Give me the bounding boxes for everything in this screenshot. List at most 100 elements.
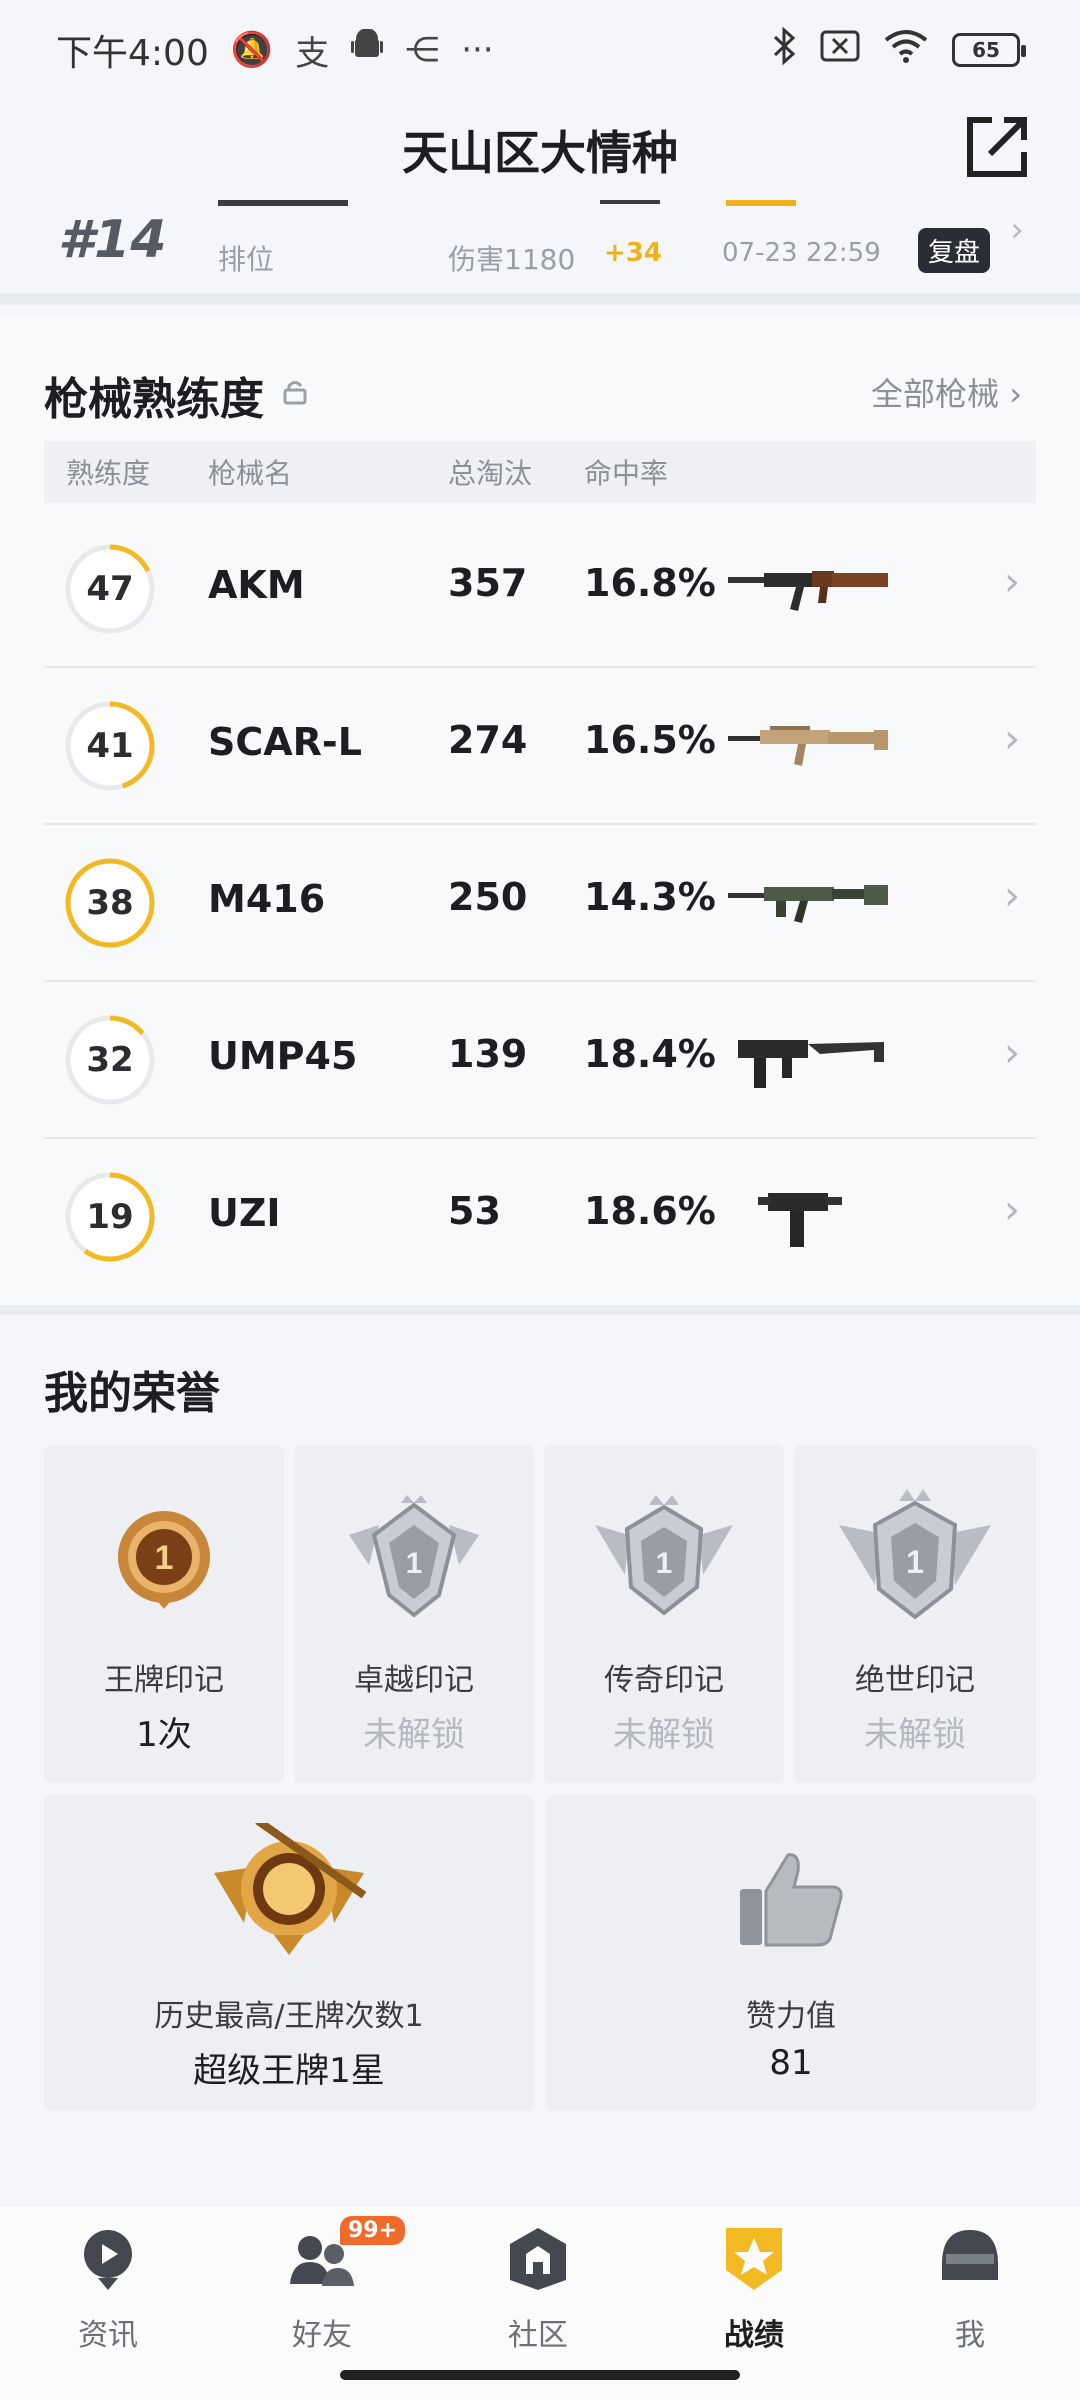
akm-rifle-icon: [728, 571, 888, 611]
stats-shield-icon: [726, 2228, 782, 2290]
mute-icon: 🔕: [230, 30, 274, 70]
alipay-icon: 支: [295, 33, 330, 74]
card-value: 未解锁: [864, 1715, 966, 1755]
peerless-badge-icon: 1: [839, 1489, 991, 1620]
more-dots-icon: ···: [461, 30, 494, 70]
usb-icon: ⋲: [405, 30, 440, 70]
match-time: 07-23 22:59: [722, 238, 881, 268]
weapon-hit-rate: 14.3%: [584, 875, 716, 919]
weapon-kills: 139: [448, 1032, 528, 1076]
best-rank-card[interactable]: 历史最高/王牌次数1 超级王牌1星: [44, 1795, 534, 2111]
scar-l-rifle-icon: [728, 726, 888, 766]
honor-card-excellent[interactable]: 1 卓越印记 未解锁: [294, 1445, 534, 1783]
nav-friends[interactable]: 99+ 好友: [222, 2216, 422, 2364]
match-history-row[interactable]: #14 排位 伤害1180 +34 07-23 22:59 复盘 ›: [0, 200, 1080, 305]
mastery-value: 47: [86, 569, 134, 609]
match-damage: 伤害1180: [448, 243, 576, 276]
nav-community[interactable]: 社区: [438, 2224, 638, 2364]
uzi-smg-icon: [758, 1193, 842, 1247]
ump45-smg-icon: [738, 1040, 884, 1088]
weapon-kills: 357: [448, 561, 528, 605]
weapon-row[interactable]: 41 SCAR-L 274 16.5% ›: [44, 668, 1036, 825]
likes-label: 赞力值: [746, 1999, 836, 2034]
wifi-icon: [882, 28, 930, 73]
col-name: 枪械名: [208, 457, 293, 490]
status-left: 下午4:00 🔕 支 ⋲ ···: [56, 24, 494, 76]
all-weapons-link[interactable]: 全部枪械 ›: [871, 369, 1022, 415]
status-time: 下午4:00: [56, 33, 209, 74]
svg-text:1: 1: [656, 1547, 673, 1580]
thumbs-up-icon: [740, 1853, 843, 1947]
honor-card-peerless[interactable]: 1 绝世印记 未解锁: [794, 1445, 1036, 1783]
honor-card-legend[interactable]: 1 传奇印记 未解锁: [544, 1445, 784, 1783]
home-indicator[interactable]: [340, 2370, 740, 2380]
card-label: 传奇印记: [604, 1663, 724, 1698]
all-weapons-label: 全部枪械: [871, 375, 1000, 413]
weapon-kills: 274: [448, 718, 528, 762]
match-mode: 排位: [218, 243, 275, 276]
svg-text:1: 1: [906, 1544, 924, 1580]
nav-me[interactable]: 我: [870, 2224, 1070, 2364]
nav-news[interactable]: 资讯: [8, 2224, 208, 2364]
weapon-hit-rate: 18.4%: [584, 1032, 716, 1076]
likes-card[interactable]: 赞力值 81: [546, 1795, 1036, 2111]
weapon-name: UZI: [208, 1191, 281, 1235]
section-title-honor: 我的荣誉: [44, 1368, 220, 1419]
likes-value: 81: [769, 2043, 813, 2083]
no-sim-icon: [820, 30, 860, 71]
weapon-hit-rate: 18.6%: [584, 1189, 716, 1233]
weapon-mastery-section: 枪械熟练度 全部枪械 › 熟练度 枪械名 总淘汰 命中率 47 AKM 357 …: [0, 317, 1080, 1307]
card-label: 王牌印记: [104, 1663, 224, 1698]
weapon-name: M416: [208, 877, 326, 921]
nav-stats[interactable]: 战绩: [654, 2224, 854, 2364]
best-rank-label: 历史最高/王牌次数1: [154, 1999, 424, 2034]
chevron-right-icon: ›: [1009, 375, 1022, 413]
card-value: 1次: [136, 1715, 192, 1755]
share-icon[interactable]: [964, 114, 1030, 180]
mastery-value: 38: [86, 883, 134, 923]
weapon-hit-rate: 16.5%: [584, 718, 716, 762]
weapon-row[interactable]: 32 UMP45 139 18.4% ›: [44, 982, 1036, 1139]
m416-rifle-icon: [728, 885, 888, 923]
section-title-weapons: 枪械熟练度: [44, 374, 264, 425]
news-play-icon: [84, 2230, 132, 2290]
chevron-right-icon: ›: [1004, 716, 1020, 762]
excellent-badge-icon: 1: [349, 1495, 479, 1618]
card-value: 未解锁: [363, 1715, 465, 1755]
weapon-kills: 250: [448, 875, 528, 919]
weapon-kills: 53: [448, 1189, 501, 1233]
friends-badge: 99+: [340, 2216, 406, 2245]
card-label: 绝世印记: [855, 1663, 975, 1698]
legend-badge-icon: 1: [595, 1495, 733, 1616]
android-icon: [351, 27, 384, 72]
svg-text:1: 1: [155, 1539, 174, 1577]
weapon-row[interactable]: 38 M416 250 14.3% ›: [44, 825, 1036, 982]
weapon-name: SCAR-L: [208, 720, 362, 764]
weapon-row[interactable]: 19 UZI 53 18.6% ›: [44, 1139, 1036, 1296]
chevron-right-icon: ›: [1004, 1030, 1020, 1076]
weapon-hit-rate: 16.8%: [584, 561, 716, 605]
section-divider: [0, 1305, 1080, 1315]
col-kills: 总淘汰: [448, 457, 533, 490]
bluetooth-icon: [772, 26, 798, 75]
nav-label: 资讯: [78, 2318, 138, 2353]
card-value: 未解锁: [613, 1715, 715, 1755]
honor-section: 我的荣誉 1 王牌印记 1次 1 卓越印记 未解锁 1 传奇印记 未解锁 1 绝…: [0, 1315, 1080, 2243]
chevron-right-icon: ›: [1004, 1187, 1020, 1233]
honor-card-ace[interactable]: 1 王牌印记 1次: [44, 1445, 284, 1783]
best-rank-value: 超级王牌1星: [193, 2051, 385, 2091]
clipped-text-residue: [218, 200, 796, 206]
col-hit-rate: 命中率: [584, 457, 669, 490]
card-label: 卓越印记: [354, 1663, 474, 1698]
match-score: +34: [604, 238, 662, 268]
svg-text:1: 1: [406, 1547, 423, 1580]
nav-label: 社区: [508, 2318, 568, 2353]
weapon-row[interactable]: 47 AKM 357 16.8% ›: [44, 511, 1036, 668]
lock-icon: [283, 381, 307, 405]
status-bar: 下午4:00 🔕 支 ⋲ ··· 65: [0, 0, 1080, 100]
header: 天山区大情种: [0, 100, 1080, 200]
chevron-right-icon: ›: [1004, 873, 1020, 919]
community-house-icon: [510, 2228, 566, 2290]
replay-button[interactable]: 复盘: [918, 228, 991, 273]
chevron-right-icon: ›: [1010, 210, 1024, 250]
